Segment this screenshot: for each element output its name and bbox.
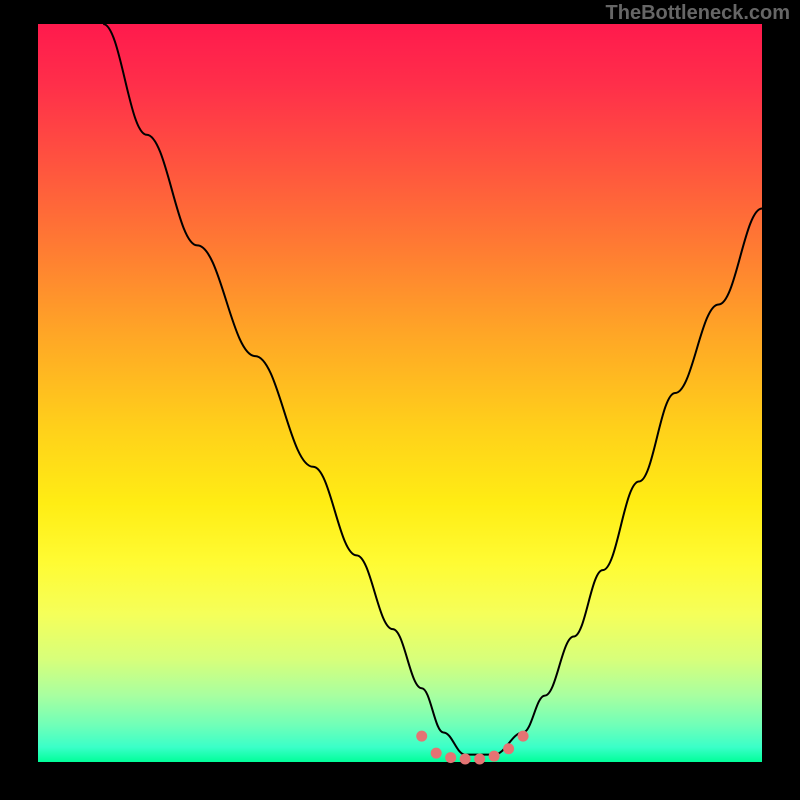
plot-area [38,24,762,762]
trough-dot [489,751,500,762]
trough-dot [416,731,427,742]
trough-dot [431,748,442,759]
trough-dot [503,743,514,754]
trough-dot [460,754,471,765]
trough-dot [474,754,485,765]
watermark-text: TheBottleneck.com [606,2,790,25]
trough-dot [518,731,529,742]
trough-marker-dots [416,731,528,765]
trough-dot [445,752,456,763]
chart-svg [38,24,762,762]
main-curve-line [103,24,762,755]
